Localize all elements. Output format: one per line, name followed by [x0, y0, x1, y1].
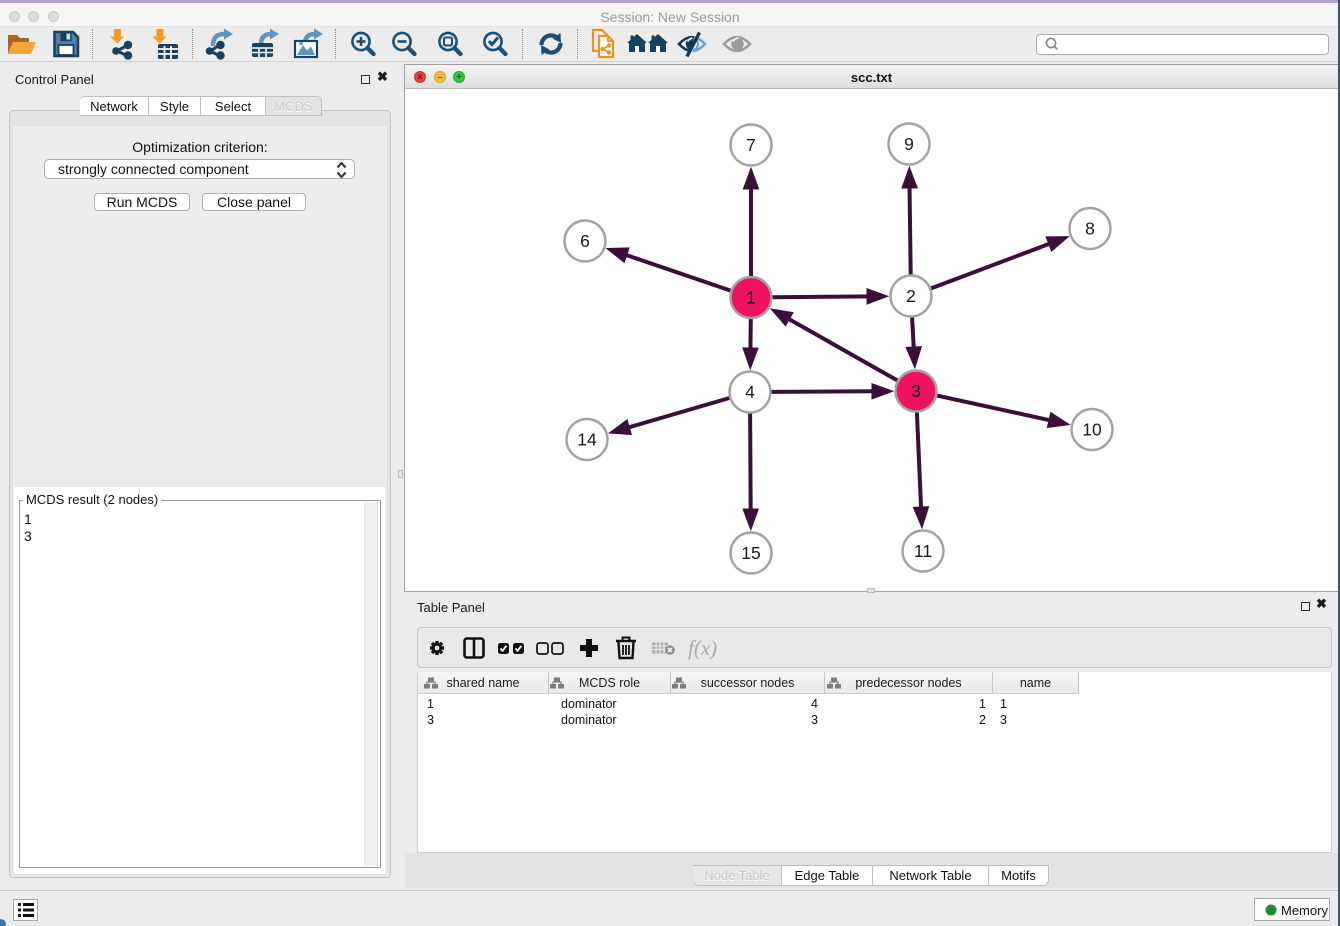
- svg-text:9: 9: [904, 134, 914, 154]
- svg-text:7: 7: [746, 135, 756, 155]
- svg-text:4: 4: [745, 382, 755, 402]
- svg-text:1: 1: [746, 288, 756, 308]
- svg-text:10: 10: [1082, 420, 1102, 440]
- svg-text:14: 14: [577, 430, 597, 450]
- svg-text:6: 6: [580, 231, 590, 251]
- svg-text:8: 8: [1085, 219, 1095, 239]
- svg-text:11: 11: [914, 541, 932, 561]
- svg-text:2: 2: [906, 286, 916, 306]
- svg-text:3: 3: [911, 381, 921, 401]
- svg-text:15: 15: [741, 543, 760, 563]
- svg-text:f(x): f(x): [688, 636, 717, 660]
